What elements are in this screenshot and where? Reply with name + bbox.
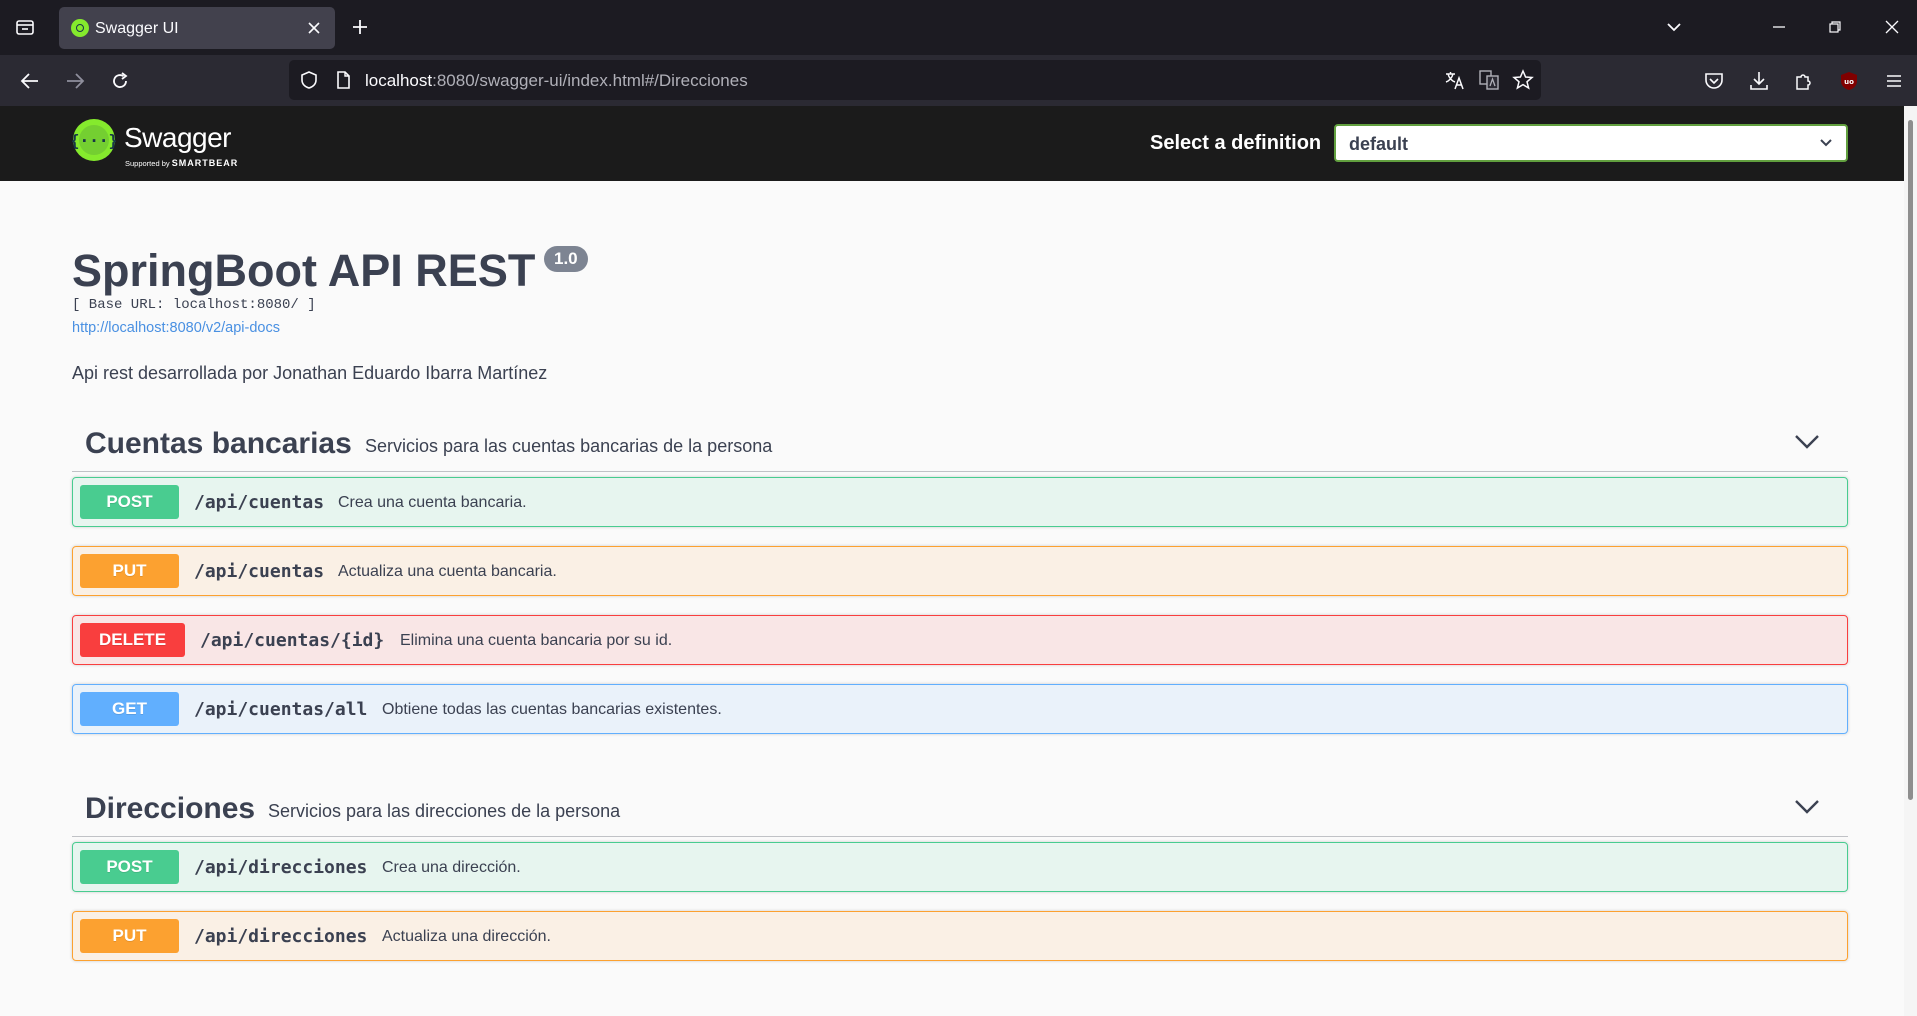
reload-icon[interactable] <box>106 67 134 95</box>
swagger-logo[interactable]: {···} Swagger Supported by SMARTBEAR <box>72 118 272 170</box>
swagger-content: SpringBoot API REST 1.0 [ Base URL: loca… <box>0 181 1900 1016</box>
api-docs-link[interactable]: http://localhost:8080/v2/api-docs <box>72 320 280 336</box>
browser-nav-bar: localhost:8080/swagger-ui/index.html#/Di… <box>0 55 1917 106</box>
downloads-icon[interactable] <box>1745 67 1773 95</box>
chevron-down-icon[interactable] <box>1794 433 1820 451</box>
swagger-topbar: {···} Swagger Supported by SMARTBEAR Sel… <box>0 106 1917 181</box>
chevron-down-icon[interactable] <box>1794 798 1820 816</box>
opblock-get-cuentas-all[interactable]: GET /api/cuentas/all Obtiene todas las c… <box>72 684 1848 734</box>
operation-summary: Crea una cuenta bancaria. <box>338 494 527 511</box>
method-badge: GET <box>80 692 179 726</box>
tag-section-cuentas: Cuentas bancarias Servicios para las cue… <box>72 381 1848 734</box>
operation-summary: Obtiene todas las cuentas bancarias exis… <box>382 701 722 718</box>
url-bar[interactable]: localhost:8080/swagger-ui/index.html#/Di… <box>289 60 1541 100</box>
method-badge: PUT <box>80 554 179 588</box>
operation-summary: Crea una dirección. <box>382 859 521 876</box>
definition-label: Select a definition <box>1150 132 1322 154</box>
list-all-tabs-icon[interactable] <box>10 10 40 44</box>
page-info-icon[interactable] <box>329 66 357 94</box>
minimize-icon[interactable] <box>1764 10 1794 44</box>
tag-description: Servicios para las direcciones de la per… <box>268 801 621 821</box>
browser-tab-bar: Swagger UI <box>0 0 1917 55</box>
opblock-delete-cuentas[interactable]: DELETE /api/cuentas/{id} Elimina una cue… <box>72 615 1848 665</box>
operation-summary: Elimina una cuenta bancaria por su id. <box>400 632 673 649</box>
logo-subtitle: Supported by SMARTBEAR <box>125 158 239 168</box>
method-badge: POST <box>80 485 179 519</box>
browser-tab-active[interactable]: Swagger UI <box>59 7 335 49</box>
tag-name: Cuentas bancarias <box>85 427 352 460</box>
operation-path: /api/direcciones <box>194 926 368 947</box>
opblock-post-cuentas[interactable]: POST /api/cuentas Crea una cuenta bancar… <box>72 477 1848 527</box>
operation-summary: Actualiza una dirección. <box>382 928 551 945</box>
operation-summary: Actualiza una cuenta bancaria. <box>338 563 557 580</box>
back-arrow-icon[interactable] <box>16 67 44 95</box>
svg-text:{···}: {···} <box>72 131 116 150</box>
restore-window-icon[interactable] <box>1820 10 1850 44</box>
new-tab-plus-icon[interactable] <box>345 10 375 44</box>
operation-path: /api/cuentas <box>194 561 325 582</box>
tag-description: Servicios para las cuentas bancarias de … <box>365 436 773 456</box>
method-badge: DELETE <box>80 623 185 657</box>
tab-close-icon[interactable] <box>303 17 325 39</box>
pocket-icon[interactable] <box>1700 67 1728 95</box>
swagger-favicon-icon <box>71 19 89 37</box>
translate-icon[interactable] <box>1441 66 1469 94</box>
opblock-put-cuentas[interactable]: PUT /api/cuentas Actualiza una cuenta ba… <box>72 546 1848 596</box>
operation-path: /api/cuentas/{id} <box>200 630 385 651</box>
operation-path: /api/direcciones <box>194 857 368 878</box>
url-text[interactable]: localhost:8080/swagger-ui/index.html#/Di… <box>365 71 748 91</box>
chevron-down-icon <box>1818 135 1834 151</box>
tag-header-cuentas[interactable]: Cuentas bancarias Servicios para las cue… <box>72 381 1848 472</box>
page-scrollbar[interactable] <box>1904 106 1917 1016</box>
method-badge: PUT <box>80 919 179 953</box>
version-badge: 1.0 <box>544 246 588 272</box>
opblock-post-direcciones[interactable]: POST /api/direcciones Crea una dirección… <box>72 842 1848 892</box>
ublock-origin-icon[interactable]: uo <box>1835 67 1863 95</box>
tab-list-chevron-icon[interactable] <box>1659 10 1689 44</box>
api-title: SpringBoot API REST <box>72 245 536 296</box>
scrollbar-thumb[interactable] <box>1908 120 1913 800</box>
hamburger-menu-icon[interactable] <box>1880 67 1908 95</box>
definition-select[interactable]: default <box>1334 124 1848 162</box>
forward-arrow-icon[interactable] <box>61 67 89 95</box>
tab-title: Swagger UI <box>95 20 179 37</box>
svg-text:uo: uo <box>1844 78 1854 86</box>
shield-icon[interactable] <box>295 66 323 94</box>
tag-section-direcciones: Direcciones Servicios para las direccion… <box>72 746 1848 961</box>
bookmark-star-icon[interactable] <box>1509 66 1537 94</box>
extensions-puzzle-icon[interactable] <box>1790 67 1818 95</box>
method-badge: POST <box>80 850 179 884</box>
swagger-logo-icon: {···} <box>72 119 116 161</box>
page-translate-icon[interactable] <box>1475 66 1503 94</box>
operation-path: /api/cuentas <box>194 492 325 513</box>
definition-selected-value: default <box>1349 134 1409 154</box>
operation-path: /api/cuentas/all <box>194 699 368 720</box>
opblock-put-direcciones[interactable]: PUT /api/direcciones Actualiza una direc… <box>72 911 1848 961</box>
tag-name: Direcciones <box>85 792 256 825</box>
tag-header-direcciones[interactable]: Direcciones Servicios para las direccion… <box>72 746 1848 837</box>
base-url: [ Base URL: localhost:8080/ ] <box>72 297 316 313</box>
logo-wordmark: Swagger <box>124 122 232 153</box>
close-window-icon[interactable] <box>1877 10 1907 44</box>
